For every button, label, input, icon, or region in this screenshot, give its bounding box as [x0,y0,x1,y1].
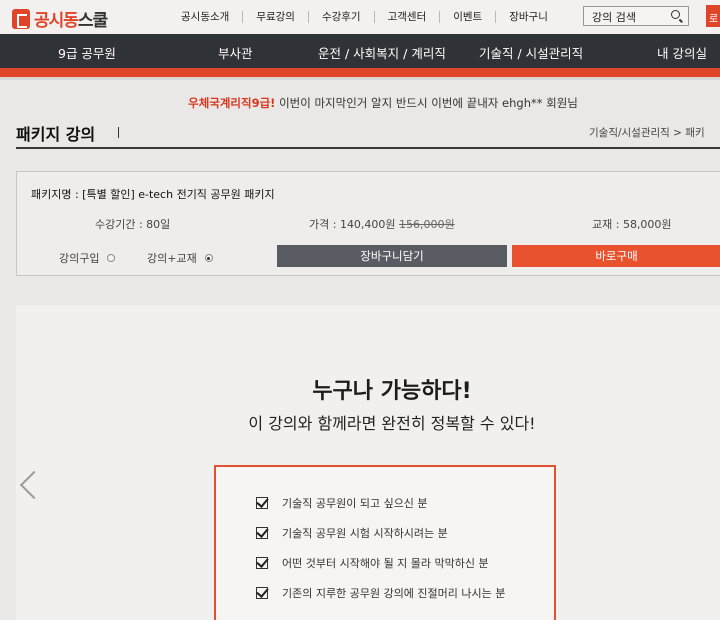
checklist-item: 어떤 것부터 시작해야 될 지 몰라 막막하신 분 [256,555,489,571]
price: 가격 : 140,400원 [309,218,396,231]
target-audience-panel: 기술직 공무원이 되고 싶으신 분 기술직 공무원 시험 시작하시려는 분 어떤… [214,465,556,620]
nav-technical[interactable]: 기술직 / 시설관리직 [479,43,583,62]
checklist-item: 기존의 지루한 공무원 강의에 진절머리 나시는 분 [256,585,505,601]
search-placeholder: 강의 검색 [592,11,636,24]
top-nav-cart[interactable]: 장바구니 [495,11,561,23]
radio-selected-icon[interactable] [204,254,213,262]
notice-highlight: 우체국계리직9급! [188,96,276,110]
top-nav-events[interactable]: 이벤트 [439,11,495,23]
search-input[interactable]: 강의 검색 [583,6,689,26]
option-course-label: 강의구입 [59,252,100,265]
main-nav: 9급 공무원 부사관 운전 / 사회복지 / 계리직 기술직 / 시설관리직 내… [0,34,720,68]
option-course-only[interactable]: 강의구입 [59,250,116,266]
top-cta-button[interactable]: 로 [706,5,720,27]
nav-noncommissioned[interactable]: 부사관 [218,43,253,62]
breadcrumb[interactable]: 기술직/시설관리직 > 패키 [589,125,705,140]
radio-icon[interactable] [107,254,116,262]
package-name: 패키지명 : [특별 할인] e-tech 전기직 공무원 패키지 [31,188,275,201]
chevron-left-icon[interactable] [19,470,49,500]
promo-subline: 이 강의와 함께라면 완전히 정복할 수 있다! [248,414,536,433]
logo-icon [12,8,30,29]
checkbox-checked-icon [256,557,268,569]
nav-my-classroom[interactable]: 내 강의실 [657,43,707,62]
checklist-text: 기존의 지루한 공무원 강의에 진절머리 나시는 분 [282,587,506,600]
checklist-text: 어떤 것부터 시작해야 될 지 몰라 막막하신 분 [282,557,489,570]
course-period: 수강기간 : 80일 [95,218,171,231]
logo-text: 공시동스쿨 [34,11,108,31]
option-course-and-book[interactable]: 강의+교재 [147,250,213,266]
search-icon[interactable] [671,10,680,19]
package-info-box: 패키지명 : [특별 할인] e-tech 전기직 공무원 패키지 수강기간 :… [16,171,720,276]
buy-now-button[interactable]: 바로구매 [512,245,720,267]
nav-accent-bar [0,68,720,77]
notice-text: 이번이 마지막인거 알지 반드시 이번에 끝내자 ehgh** 회원님 [275,96,578,110]
checkbox-checked-icon [256,527,268,539]
checklist-text: 기술직 공무원 시험 시작하시려는 분 [282,527,448,540]
logo[interactable]: 공시동스쿨 [12,6,108,31]
promo-banner: 누구나 가능하다! 이 강의와 함께라면 완전히 정복할 수 있다! 기술직 공… [16,305,720,620]
checkbox-checked-icon [256,587,268,599]
top-nav-reviews[interactable]: 수강후기 [307,11,374,23]
checklist-item: 기술직 공무원 시험 시작하시려는 분 [256,525,448,541]
top-nav-support[interactable]: 고객센터 [373,11,440,23]
textbook-price: 교재 : 58,000원 [592,218,672,231]
price-info: 가격 : 140,400원 156,000원 [309,216,455,232]
promo-headline: 누구나 가능하다! [312,379,472,404]
original-price: 156,000원 [399,218,455,231]
nav-driving-welfare[interactable]: 운전 / 사회복지 / 계리직 [318,43,446,62]
page-title: 패키지 강의 [16,125,96,144]
nav-shadow [0,77,720,80]
top-nav-about[interactable]: 공시동소개 [168,11,242,23]
nav-9th-grade[interactable]: 9급 공무원 [58,43,116,62]
title-divider [118,127,119,138]
checkbox-checked-icon [256,497,268,509]
top-bar: 공시동스쿨 공시동소개 무료강의 수강후기 고객센터 이벤트 장바구니 강의 검… [0,0,720,34]
checklist-text: 기술직 공무원이 되고 싶으신 분 [282,497,428,510]
utility-nav: 공시동소개 무료강의 수강후기 고객센터 이벤트 장바구니 [168,11,561,23]
title-rule [16,147,720,149]
top-nav-free-lecture[interactable]: 무료강의 [242,11,308,23]
notice-ticker: 우체국계리직9급! 이번이 마지막인거 알지 반드시 이번에 끝내자 ehgh*… [0,95,720,111]
option-bundle-label: 강의+교재 [147,252,197,265]
checklist-item: 기술직 공무원이 되고 싶으신 분 [256,495,428,511]
add-to-cart-button[interactable]: 장바구니담기 [277,245,507,267]
